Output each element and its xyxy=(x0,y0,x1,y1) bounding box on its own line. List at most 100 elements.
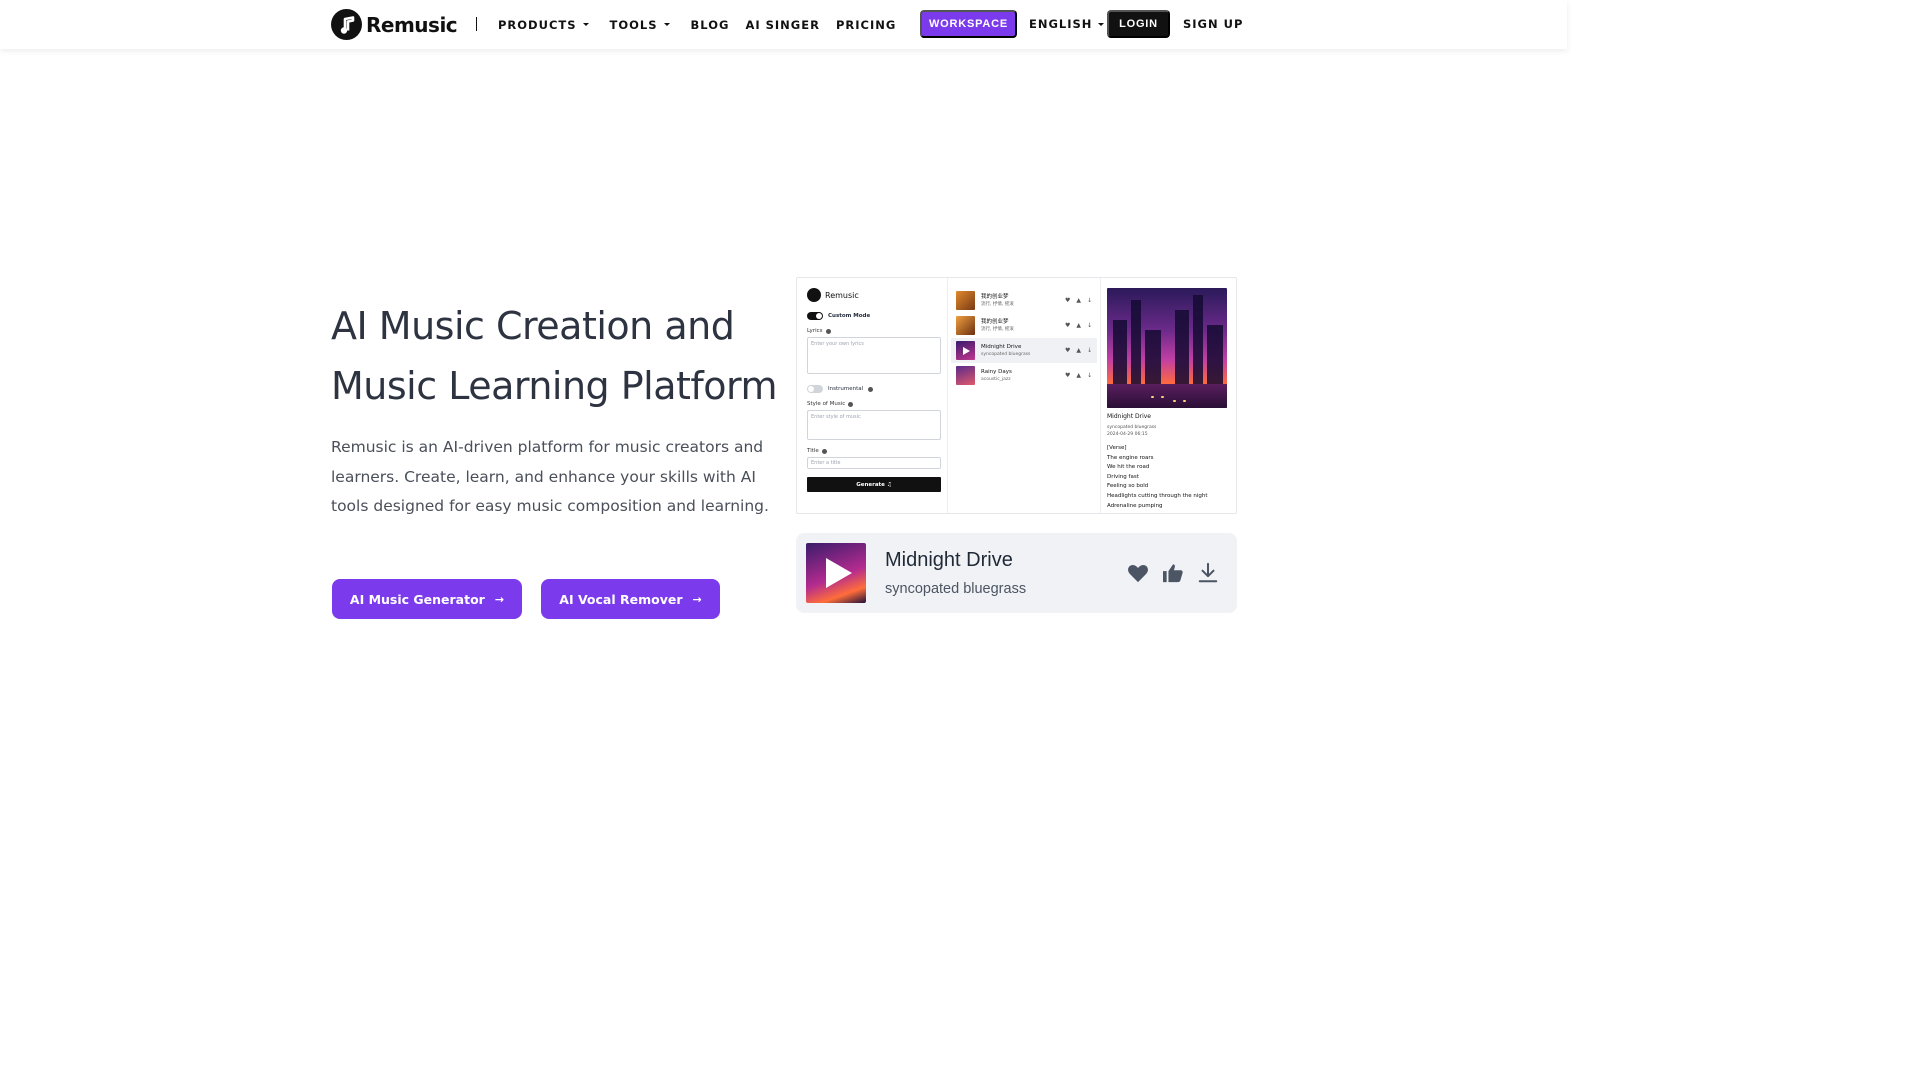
lyric-line: [Verse] xyxy=(1107,445,1127,451)
preview-create-panel: Remusic Custom Mode Lyrics Enter your ow… xyxy=(797,278,948,513)
song-actions: ♥ ▲ ↓ xyxy=(1065,297,1092,304)
detail-lyrics: [Verse] The engine roars We hit the road… xyxy=(1107,444,1232,511)
detail-date: 2024-04-29 06:15 xyxy=(1107,432,1148,437)
nav-pricing[interactable]: PRICING xyxy=(836,18,896,32)
thumbs-up-icon: ▲ xyxy=(1076,347,1081,354)
nav-ai-singer[interactable]: AI SINGER xyxy=(745,18,820,32)
nav-ai-singer-label: AI SINGER xyxy=(745,17,820,32)
song-actions: ♥ ▲ ↓ xyxy=(1065,347,1092,354)
song-title: 我的创业梦 xyxy=(981,293,1009,300)
custom-mode-toggle: Custom Mode xyxy=(807,312,937,320)
style-textarea: Enter style of music xyxy=(807,410,941,440)
style-label-text: Style of Music xyxy=(807,401,846,407)
download-icon: ↓ xyxy=(1086,347,1092,354)
lyric-line: Feeling so bold xyxy=(1107,483,1149,490)
signup-link[interactable]: SIGN UP xyxy=(1183,10,1243,38)
cta-secondary-label: AI Vocal Remover xyxy=(559,591,683,607)
list-item: Rainy Days acoustic_jazz ♥ ▲ ↓ xyxy=(956,363,1092,388)
lyric-line: Adrenaline pumping xyxy=(1107,502,1163,509)
style-label: Style of Music xyxy=(807,401,937,407)
player-subtitle: syncopated bluegrass xyxy=(885,581,1027,597)
music-note-icon xyxy=(807,288,821,302)
language-selector[interactable]: ENGLISH xyxy=(1029,10,1105,38)
download-icon[interactable] xyxy=(1197,562,1219,584)
nav-products-label: PRODUCTS xyxy=(498,17,577,32)
toggle-on-icon xyxy=(807,312,823,320)
music-note-icon xyxy=(331,9,362,40)
ai-music-generator-button[interactable]: AI Music Generator → xyxy=(332,579,522,619)
song-style: 流行, 抒情, 摇滚 xyxy=(981,301,1014,307)
song-title: 我的创业梦 xyxy=(981,318,1009,325)
thumbs-up-icon: ▲ xyxy=(1076,372,1081,379)
nav-products[interactable]: PRODUCTS xyxy=(498,18,589,32)
help-icon xyxy=(848,401,854,407)
song-thumbnail xyxy=(956,291,975,310)
ai-vocal-remover-button[interactable]: AI Vocal Remover → xyxy=(541,579,720,619)
main-nav: PRODUCTS TOOLS BLOG AI SINGER PRICING xyxy=(498,0,896,49)
caret-down-icon xyxy=(1098,22,1105,26)
lyric-line: Driving fast xyxy=(1107,473,1139,480)
lyric-line: Headlights cutting through the night xyxy=(1107,492,1208,499)
nav-divider xyxy=(476,17,477,31)
song-style: 流行, 抒情, 摇滚 xyxy=(981,326,1014,332)
brand-name: Remusic xyxy=(366,12,458,37)
list-item: Midnight Drive syncopated bluegrass ♥ ▲ ↓ xyxy=(951,338,1097,363)
caret-down-icon xyxy=(582,23,589,26)
lyric-line: We hit the road xyxy=(1107,464,1150,471)
nav-tools[interactable]: TOOLS xyxy=(610,18,670,32)
preview-song-detail: Midnight Drive syncopated bluegrass 2024… xyxy=(1101,278,1236,513)
nav-pricing-label: PRICING xyxy=(835,17,897,32)
detail-title: Midnight Drive xyxy=(1107,413,1151,420)
thumbs-up-icon[interactable] xyxy=(1162,563,1184,583)
arrow-right-icon: → xyxy=(692,592,702,606)
song-title: Rainy Days xyxy=(981,368,1012,375)
song-style: acoustic_jazz xyxy=(981,376,1011,382)
heart-icon: ♥ xyxy=(1064,347,1071,354)
lyrics-textarea: Enter your own lyrics xyxy=(807,337,941,374)
toggle-off-icon xyxy=(807,385,823,393)
thumbs-up-icon: ▲ xyxy=(1076,322,1081,329)
hero-title-line1: AI Music Creation and xyxy=(331,304,735,348)
song-actions: ♥ ▲ ↓ xyxy=(1065,372,1092,379)
workspace-button[interactable]: WORKSPACE xyxy=(920,10,1017,38)
login-button[interactable]: LOGIN xyxy=(1107,10,1170,38)
music-player-card: Midnight Drive syncopated bluegrass xyxy=(796,533,1237,613)
detail-style: syncopated bluegrass xyxy=(1107,425,1157,430)
player-title: Midnight Drive xyxy=(885,549,1013,571)
hero-title: AI Music Creation and Music Learning Pla… xyxy=(331,296,781,416)
help-icon xyxy=(868,386,874,392)
nav-blog-label: BLOG xyxy=(690,17,730,32)
lyrics-label: Lyrics xyxy=(807,328,937,334)
song-thumbnail xyxy=(956,341,975,360)
hero-description: Remusic is an AI-driven platform for mus… xyxy=(331,438,769,515)
lyrics-label-text: Lyrics xyxy=(807,328,823,334)
player-cover-play-button[interactable] xyxy=(806,543,866,603)
help-icon xyxy=(825,328,831,334)
preview-app-name: Remusic xyxy=(825,290,859,300)
generate-button: Generate ♫ xyxy=(807,477,941,492)
song-thumbnail xyxy=(956,366,975,385)
brand-logo[interactable]: Remusic xyxy=(331,9,458,40)
help-icon xyxy=(821,448,827,454)
download-icon: ↓ xyxy=(1086,372,1092,379)
preview-song-list: 我的创业梦 流行, 抒情, 摇滚 ♥ ▲ ↓ 我的创业梦 流行, 抒情, 摇滚 ♥ ▲ ↓ … xyxy=(948,278,1101,513)
caret-down-icon xyxy=(663,23,670,26)
instrumental-label: Instrumental xyxy=(828,386,864,392)
play-icon xyxy=(963,346,970,355)
hero-title-line2: Music Learning Platform xyxy=(331,364,778,408)
lyric-line: The engine roars xyxy=(1107,454,1154,461)
song-actions: ♥ ▲ ↓ xyxy=(1065,322,1092,329)
cta-primary-label: AI Music Generator xyxy=(349,591,485,607)
play-icon xyxy=(826,558,852,588)
heart-icon: ♥ xyxy=(1064,297,1071,304)
instrumental-toggle: Instrumental xyxy=(807,385,937,393)
song-style: syncopated bluegrass xyxy=(981,351,1031,357)
song-thumbnail xyxy=(956,316,975,335)
nav-blog[interactable]: BLOG xyxy=(691,18,730,32)
heart-icon[interactable] xyxy=(1127,563,1149,583)
title-label-text: Title xyxy=(807,448,819,454)
list-item: 我的创业梦 流行, 抒情, 摇滚 ♥ ▲ ↓ xyxy=(956,313,1092,338)
thumbs-up-icon: ▲ xyxy=(1076,297,1081,304)
heart-icon: ♥ xyxy=(1064,322,1071,329)
download-icon: ↓ xyxy=(1086,297,1092,304)
